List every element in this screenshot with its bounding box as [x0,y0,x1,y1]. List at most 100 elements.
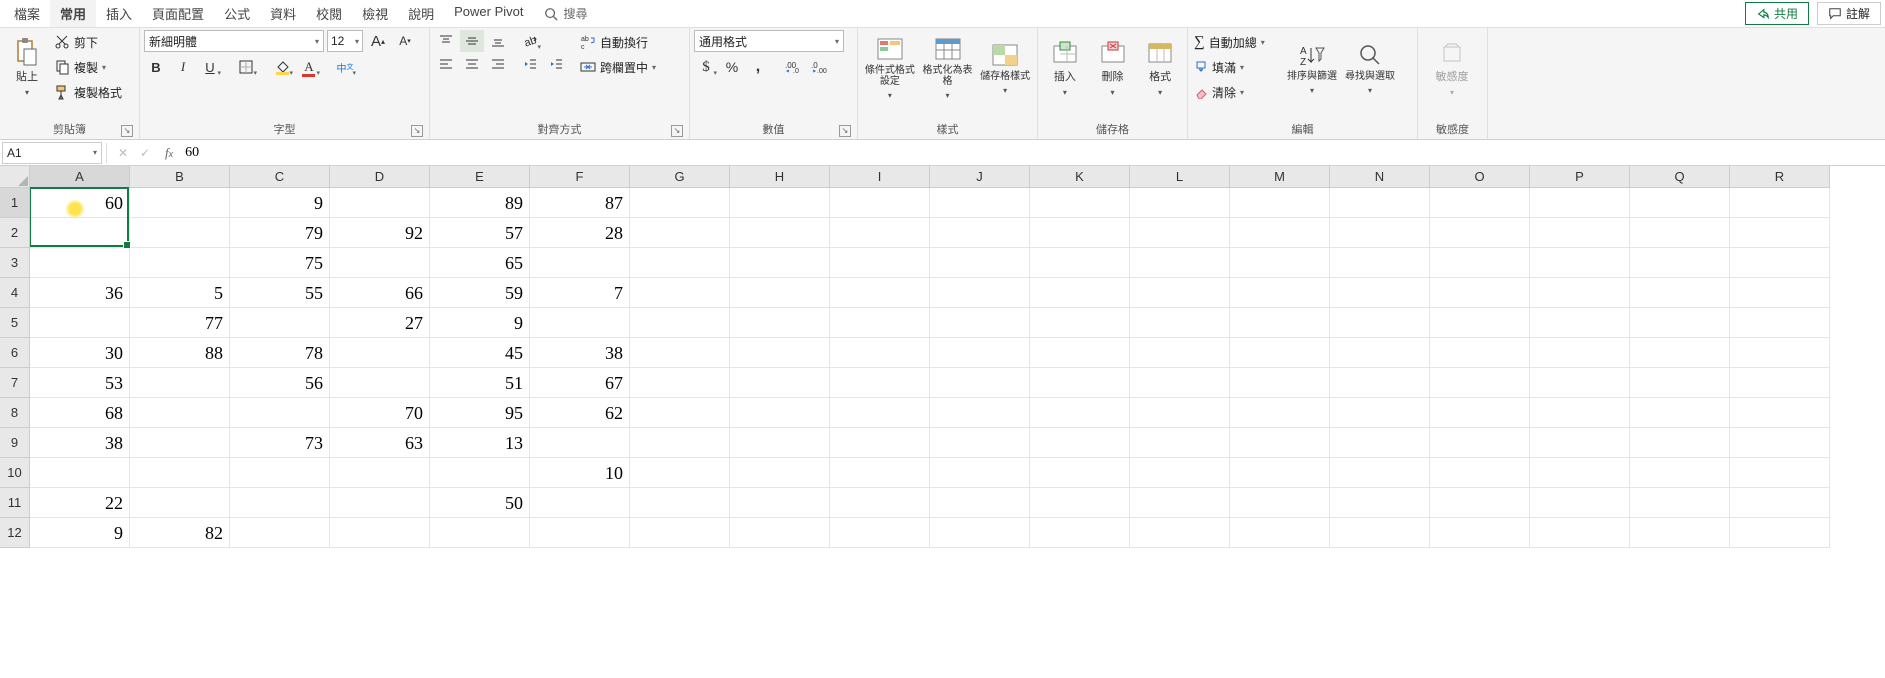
borders-button[interactable] [234,56,258,78]
cell[interactable] [1230,338,1330,368]
cell[interactable] [1430,308,1530,338]
cell[interactable] [1030,428,1130,458]
cell[interactable] [1130,488,1230,518]
cell[interactable] [1230,218,1330,248]
cell[interactable] [1230,308,1330,338]
cell[interactable] [1730,308,1830,338]
cell[interactable] [430,458,530,488]
cell[interactable] [930,428,1030,458]
select-all-corner[interactable] [0,166,30,188]
cell[interactable] [1230,188,1330,218]
cell[interactable] [1530,278,1630,308]
column-header[interactable]: G [630,166,730,188]
column-header[interactable]: D [330,166,430,188]
cell[interactable] [930,458,1030,488]
tell-me-search[interactable]: 搜尋 [536,3,656,24]
cell[interactable] [1530,488,1630,518]
cell[interactable] [1730,518,1830,548]
cell[interactable] [330,248,430,278]
row-header[interactable]: 7 [0,368,30,398]
cell[interactable] [730,488,830,518]
cell[interactable]: 62 [530,398,630,428]
cell[interactable] [1330,218,1430,248]
cell[interactable] [1430,248,1530,278]
column-header[interactable]: J [930,166,1030,188]
cell[interactable] [1030,278,1130,308]
orientation-button[interactable]: ab [518,30,542,52]
cell[interactable] [1130,368,1230,398]
cell[interactable]: 9 [430,308,530,338]
cell[interactable] [1530,428,1630,458]
cell[interactable] [530,308,630,338]
cell[interactable]: 66 [330,278,430,308]
italic-button[interactable]: I [171,56,195,78]
cell[interactable] [1630,458,1730,488]
cell[interactable] [1330,188,1430,218]
cell[interactable] [1330,338,1430,368]
cell[interactable]: 65 [430,248,530,278]
cell[interactable] [730,368,830,398]
cell[interactable] [1530,368,1630,398]
row-header[interactable]: 11 [0,488,30,518]
cell[interactable]: 77 [130,308,230,338]
cell[interactable] [930,308,1030,338]
share-button[interactable]: 共用 [1745,2,1809,25]
cell[interactable] [330,368,430,398]
menu-tab-插入[interactable]: 插入 [96,0,142,27]
cell[interactable] [630,398,730,428]
cell[interactable]: 59 [430,278,530,308]
sensitivity-button[interactable]: 敏感度 [1422,30,1482,106]
cell[interactable] [530,488,630,518]
cell[interactable]: 56 [230,368,330,398]
alignment-dialog-launcher[interactable]: ↘ [671,125,683,137]
row-header[interactable]: 2 [0,218,30,248]
cell[interactable] [830,488,930,518]
fx-icon[interactable]: fx [159,145,179,161]
column-header[interactable]: B [130,166,230,188]
cell[interactable] [930,518,1030,548]
formula-input[interactable] [179,142,1885,164]
cell[interactable] [1230,248,1330,278]
cell[interactable] [830,428,930,458]
cell[interactable] [1030,218,1130,248]
cancel-formula-button[interactable]: ✕ [113,146,133,160]
cell[interactable] [1330,308,1430,338]
cell[interactable]: 51 [430,368,530,398]
cell[interactable] [1530,338,1630,368]
align-right-button[interactable] [486,53,510,75]
cell[interactable] [130,218,230,248]
font-dialog-launcher[interactable]: ↘ [411,125,423,137]
cell[interactable] [730,248,830,278]
cell[interactable] [1230,518,1330,548]
menu-tab-公式[interactable]: 公式 [214,0,260,27]
cell[interactable] [1230,368,1330,398]
cell[interactable] [30,308,130,338]
cell[interactable] [1430,278,1530,308]
cell[interactable] [1730,398,1830,428]
clipboard-dialog-launcher[interactable]: ↘ [121,125,133,137]
cell[interactable] [1530,248,1630,278]
cell-styles-button[interactable]: 儲存格樣式 [977,30,1033,106]
cell[interactable] [1130,518,1230,548]
cell[interactable] [1730,488,1830,518]
cell[interactable] [1530,458,1630,488]
cell[interactable]: 13 [430,428,530,458]
cell[interactable]: 7 [530,278,630,308]
comma-button[interactable]: , [746,56,770,78]
cell[interactable] [1530,218,1630,248]
align-bottom-button[interactable] [486,30,510,52]
comments-button[interactable]: 註解 [1817,2,1881,25]
column-header[interactable]: Q [1630,166,1730,188]
cell[interactable] [1030,398,1130,428]
cell[interactable] [1130,218,1230,248]
cell[interactable] [1330,278,1430,308]
format-cells-button[interactable]: 格式 [1137,30,1183,106]
cell[interactable] [930,218,1030,248]
column-header[interactable]: N [1330,166,1430,188]
cell[interactable] [730,518,830,548]
cell[interactable] [730,398,830,428]
column-header[interactable]: O [1430,166,1530,188]
cell[interactable] [730,278,830,308]
cell[interactable]: 60 [30,188,130,218]
cell[interactable] [130,248,230,278]
